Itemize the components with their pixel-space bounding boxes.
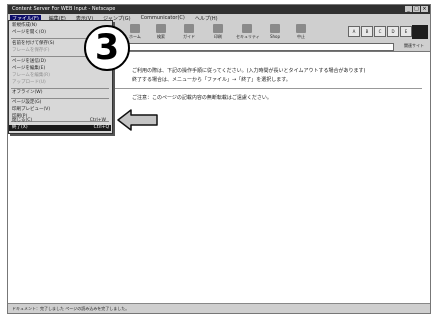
menu-item-print-preview[interactable]: 印刷プレビュー(V) — [12, 107, 108, 113]
step-number-badge: 3 — [84, 25, 130, 71]
shop-icon — [270, 24, 280, 33]
instruction-text-1: ご利用の際は、下記の操作手順に従ってください。(入力時間が長いとタイムアウトする… — [132, 68, 366, 74]
pointer-arrow-icon — [117, 109, 158, 131]
window-title: Content Server For WEB Input - Netscape — [12, 6, 116, 12]
menu-help[interactable]: ヘルプ(H) — [193, 15, 220, 22]
menu-item-exit[interactable]: 終了(X) Ctrl+Q — [9, 125, 111, 131]
menu-item-close[interactable]: 閉じる(C) Ctrl+W — [12, 118, 108, 124]
netscape-logo — [412, 25, 428, 39]
nav-button-a[interactable]: A — [348, 26, 360, 37]
stop-button[interactable]: 中止 — [290, 24, 312, 40]
title-bar: Content Server For WEB Input - Netscape … — [8, 5, 430, 14]
security-button[interactable]: セキュリティ — [236, 24, 260, 40]
menu-item-upload: アップロード(U) — [12, 80, 46, 85]
maximize-button[interactable]: □ — [413, 6, 420, 12]
lock-icon — [242, 24, 252, 33]
minimize-button[interactable]: _ — [405, 6, 412, 12]
print-button[interactable]: 印刷 — [207, 24, 229, 40]
search-button[interactable]: 検索 — [150, 24, 172, 40]
status-text: ドキュメント：完了しました ページの読み込みを完了しました。 — [12, 306, 130, 311]
menu-separator — [11, 98, 109, 99]
related-sites-button[interactable]: 関連サイト — [404, 43, 424, 49]
menu-item-edit-frame: フレームを編集(R) — [12, 73, 51, 78]
home-icon — [130, 24, 140, 33]
nav-button-b[interactable]: B — [361, 26, 373, 37]
close-button[interactable]: × — [421, 6, 428, 12]
menu-item-offline[interactable]: オフライン(W) — [12, 90, 108, 96]
nav-button-d[interactable]: D — [387, 26, 399, 37]
stop-icon — [296, 24, 306, 33]
menu-communicator[interactable]: Communicator(C) — [139, 15, 187, 21]
divider — [108, 88, 422, 89]
window-controls: _ □ × — [405, 6, 428, 12]
search-icon — [156, 24, 166, 33]
menu-separator — [11, 88, 109, 89]
guide-button[interactable]: ガイド — [178, 24, 200, 40]
nav-button-e[interactable]: E — [400, 26, 412, 37]
print-icon — [213, 24, 223, 33]
menu-item-page-setup[interactable]: ページ設定(G) — [12, 100, 108, 106]
status-bar: ドキュメント：完了しました ページの読み込みを完了しました。 — [8, 303, 430, 313]
guide-icon — [184, 24, 194, 33]
notice-text: ご注意：このページの記載内容の無断転載はご遠慮ください。 — [132, 95, 272, 101]
nav-button-c[interactable]: C — [374, 26, 386, 37]
instruction-text-2: 終了する場合は、メニューから「ファイル」→「終了」を選択します。 — [132, 77, 291, 83]
shop-button[interactable]: Shop — [264, 24, 286, 40]
